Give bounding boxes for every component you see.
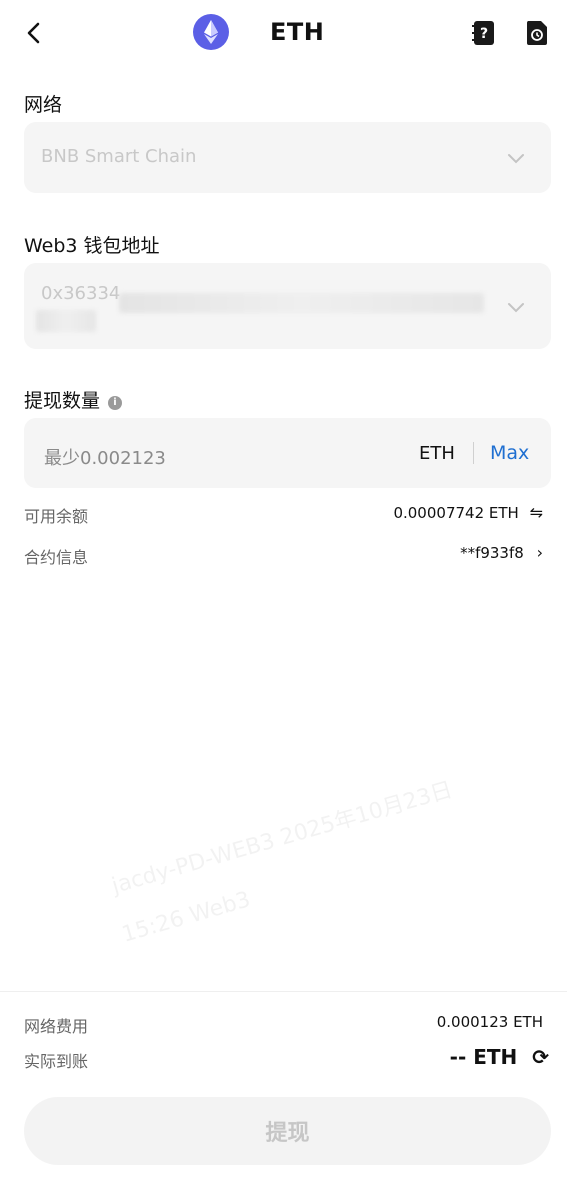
help-book-icon: ? — [472, 21, 494, 45]
available-value: 0.00007742 ETH — [393, 504, 519, 522]
network-label: 网络 — [24, 94, 63, 116]
withdraw-button[interactable]: 提现 — [24, 1097, 551, 1165]
history-icon — [526, 21, 547, 45]
fee-label: 网络费用 — [24, 1017, 89, 1036]
svg-text:?: ? — [480, 26, 488, 42]
info-icon[interactable]: i — [108, 396, 123, 410]
watermark-line2: 15:26 Web3 — [119, 887, 254, 948]
help-button[interactable]: ? — [472, 20, 496, 46]
back-button[interactable] — [20, 16, 50, 50]
history-button[interactable] — [525, 20, 549, 46]
ethereum-icon — [193, 14, 229, 50]
chevron-right-icon: › — [536, 543, 543, 562]
contract-label: 合约信息 — [24, 548, 89, 567]
amount-unit: ETH — [419, 443, 455, 464]
received-row: -- ETH ⟳ — [450, 1045, 549, 1069]
watermark-line1: jacdy-PD-WEB3 2025年10月23日 — [109, 777, 456, 900]
swap-icon[interactable]: ⇋ — [530, 503, 543, 522]
chevron-left-icon — [27, 22, 40, 44]
address-value: 0x36334 — [41, 283, 121, 304]
address-label: Web3 钱包地址 — [24, 235, 160, 257]
max-button[interactable]: Max — [490, 442, 529, 464]
unit-divider — [473, 442, 474, 464]
chevron-down-icon — [508, 303, 524, 313]
footer-divider — [0, 991, 567, 992]
received-value: -- ETH — [449, 1045, 518, 1069]
amount-placeholder: 最少0.002123 — [44, 448, 166, 469]
amount-label-row: 提现数量 i — [24, 386, 123, 413]
refresh-icon[interactable]: ⟳ — [532, 1045, 549, 1069]
amount-input[interactable]: 最少0.002123 ETH Max — [24, 418, 551, 488]
address-redaction — [119, 293, 484, 313]
contract-row[interactable]: **f933f8 › — [460, 543, 543, 562]
address-input[interactable]: 0x36334 — [24, 263, 551, 349]
available-label: 可用余额 — [24, 507, 89, 526]
available-row: 0.00007742 ETH ⇋ — [393, 503, 543, 522]
contract-value: **f933f8 — [460, 544, 524, 562]
amount-label: 提现数量 — [24, 390, 101, 412]
received-label: 实际到账 — [24, 1052, 89, 1071]
page-title: ETH — [270, 18, 325, 46]
chevron-down-icon — [508, 154, 524, 164]
fee-value: 0.000123 ETH — [436, 1013, 543, 1031]
network-select[interactable]: BNB Smart Chain — [24, 122, 551, 193]
address-redaction-2 — [36, 310, 96, 332]
network-value: BNB Smart Chain — [41, 146, 197, 167]
